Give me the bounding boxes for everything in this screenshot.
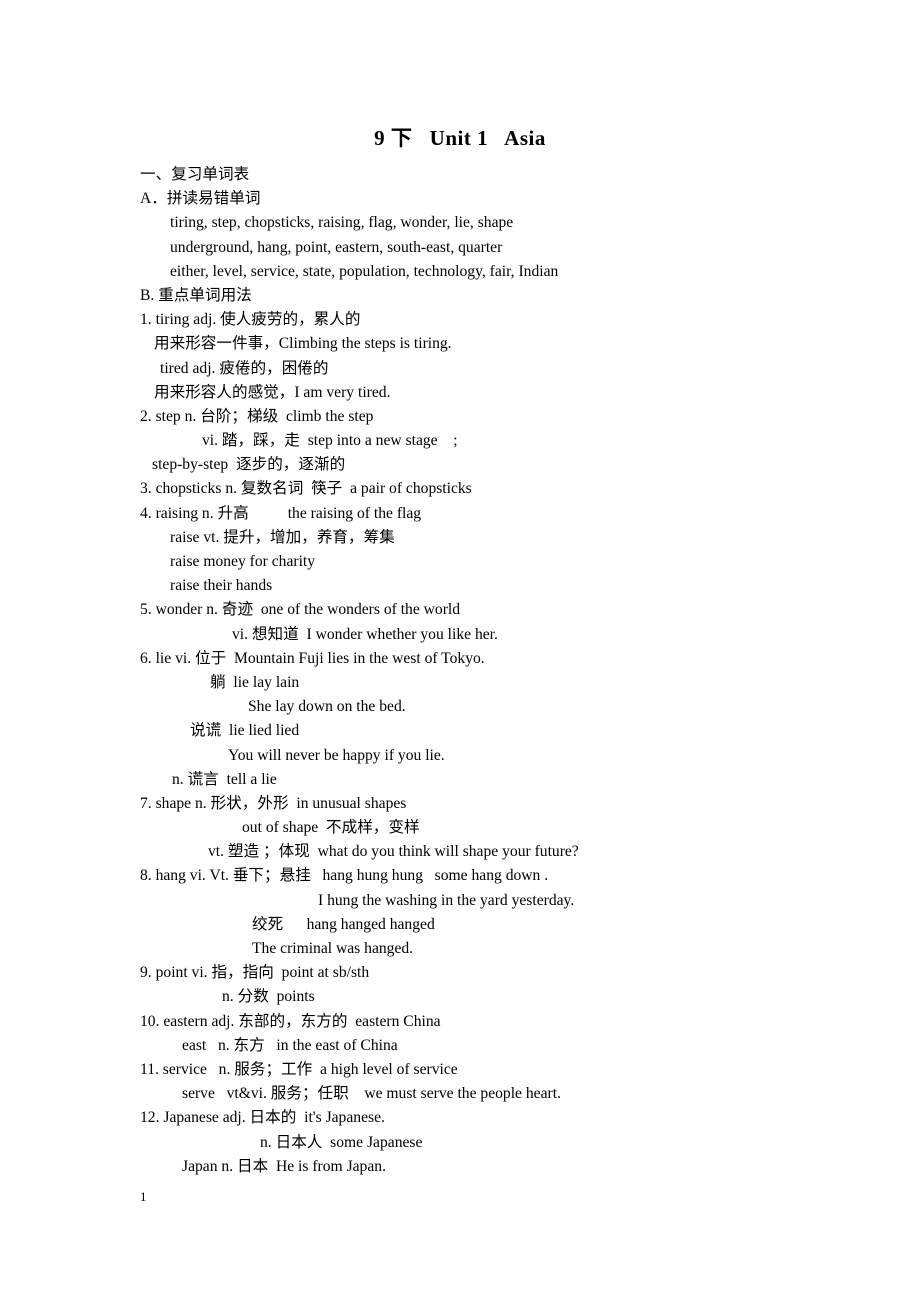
document-line: n. 分数 points: [222, 988, 315, 1006]
document-line: 用来形容人的感觉，I am very tired.: [154, 383, 391, 401]
document-line: The criminal was hanged.: [252, 940, 414, 957]
document-line: She lay down on the bed.: [248, 698, 406, 716]
document-line: tiring, step, chopsticks, raising, flag,…: [170, 214, 514, 232]
document-line: either, level, service, state, populatio…: [170, 262, 559, 280]
document-line: raise vt. 提升，增加，养育，筹集: [170, 528, 395, 546]
document-line: n. 谎言 tell a lie: [172, 770, 277, 788]
document-line: underground, hang, point, eastern, south…: [170, 238, 503, 256]
document-line: 10. eastern adj. 东部的，东方的 eastern China: [140, 1012, 441, 1030]
document-line: serve vt&vi. 服务；任职 we must serve the peo…: [182, 1085, 561, 1103]
document-line: 一、复习单词表: [140, 166, 250, 183]
document-line: out of shape 不成样，变样: [242, 819, 420, 837]
document-line: 9. point vi. 指，指向 point at sb/sth: [140, 964, 370, 982]
page-title: 9 下 Unit 1 Asia: [374, 126, 546, 150]
document-line: raise their hands: [170, 577, 273, 595]
document-line: step-by-step 逐步的，逐渐的: [152, 456, 346, 474]
document-line: vt. 塑造 ；体现 what do you think will shape …: [208, 843, 579, 861]
document-line: 4. raising n. 升高 the raising of the flag: [140, 504, 422, 522]
document-line: 2. step n. 台阶；梯级 climb the step: [140, 407, 374, 425]
document-line: n. 日本人 some Japanese: [260, 1133, 423, 1151]
document-line: 6. lie vi. 位于 Mountain Fuji lies in the …: [140, 649, 485, 667]
document-line: 7. shape n. 形状，外形 in unusual shapes: [140, 794, 407, 812]
document-line: 12. Japanese adj. 日本的 it's Japanese.: [140, 1109, 385, 1127]
document-line: 11. service n. 服务；工作 a high level of ser…: [140, 1060, 458, 1078]
document-page: 9 下 Unit 1 Asia 一、复习单词表 A．拼读易错单词 tiring, s…: [0, 0, 920, 1302]
document-line: vi. 踏，踩，走 step into a new stage ;: [202, 432, 458, 450]
document-line: 8. hang vi. Vt. 垂下；悬挂 hang hung hung som…: [140, 867, 549, 885]
document-line: raise money for charity: [170, 553, 316, 570]
document-line: 说谎 lie lied lied: [190, 722, 300, 740]
document-line: tired adj. 疲倦的，困倦的: [160, 359, 329, 377]
page-number: 1: [140, 1189, 147, 1204]
document-line: You will never be happy if you lie.: [228, 746, 445, 764]
document-line: Japan n. 日本 He is from Japan.: [182, 1157, 386, 1175]
document-line: 用来形容一件事，Climbing the steps is tiring.: [154, 335, 452, 353]
document-line: 躺 lie lay lain: [210, 673, 300, 691]
document-line: east n. 东方 in the east of China: [182, 1036, 398, 1054]
document-body: 一、复习单词表 A．拼读易错单词 tiring, step, chopsticks,…: [140, 163, 880, 1179]
document-line: A．拼读易错单词: [140, 190, 261, 208]
document-line: B. 重点单词用法: [140, 286, 252, 304]
document-line: I hung the washing in the yard yesterday…: [318, 891, 575, 909]
document-line: 绞死 hang hanged hanged: [252, 915, 435, 933]
document-line: 1. tiring adj. 使人疲劳的，累人的: [140, 311, 361, 329]
document-line: 5. wonder n. 奇迹 one of the wonders of th…: [140, 601, 461, 619]
document-line: 3. chopsticks n. 复数名词 筷子 a pair of chops…: [140, 480, 472, 498]
document-line: vi. 想知道 I wonder whether you like her.: [232, 625, 498, 643]
